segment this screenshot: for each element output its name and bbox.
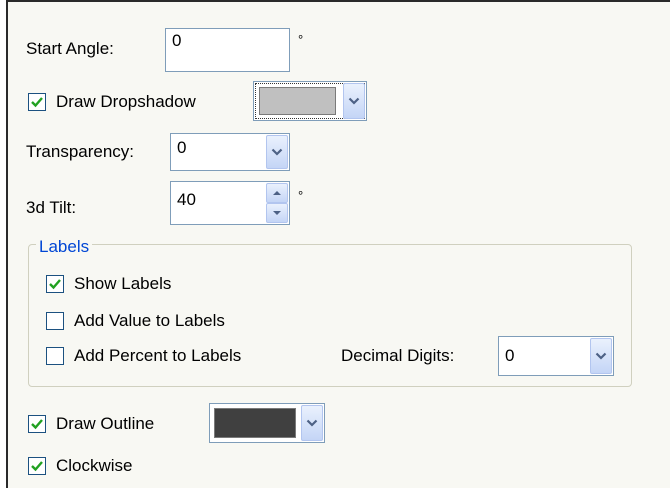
transparency-value: 0: [177, 138, 187, 157]
tilt-label: 3d Tilt:: [26, 198, 77, 217]
decimal-digits-label: Decimal Digits:: [341, 346, 455, 365]
chevron-down-icon[interactable]: [343, 83, 365, 119]
labels-group-title: Labels: [36, 237, 93, 257]
clockwise-checkbox[interactable]: [28, 457, 46, 475]
tilt-value: 40: [177, 190, 196, 209]
tilt-spinner[interactable]: 40: [170, 181, 290, 225]
draw-outline-label: Draw Outline: [56, 414, 155, 433]
tilt-spin-buttons[interactable]: [266, 183, 288, 223]
clockwise-label: Clockwise: [56, 456, 133, 475]
chevron-down-icon[interactable]: [590, 338, 612, 374]
transparency-label: Transparency:: [26, 142, 135, 161]
transparency-select[interactable]: 0: [170, 133, 290, 171]
chevron-down-icon[interactable]: [301, 405, 323, 441]
checkmark-icon: [31, 419, 43, 430]
start-angle-unit: °: [298, 32, 304, 47]
show-labels-label: Show Labels: [74, 274, 172, 293]
start-angle-input[interactable]: 0: [165, 28, 290, 72]
dropshadow-color-picker[interactable]: [253, 81, 367, 121]
show-labels-checkbox[interactable]: [46, 275, 64, 293]
decimal-digits-select[interactable]: 0: [498, 336, 614, 376]
spin-up-icon[interactable]: [266, 183, 288, 203]
add-value-checkbox[interactable]: [46, 312, 64, 330]
draw-outline-checkbox[interactable]: [28, 415, 46, 433]
start-angle-label: Start Angle:: [26, 39, 114, 58]
add-percent-label: Add Percent to Labels: [74, 346, 242, 365]
outline-color-swatch: [214, 408, 296, 438]
add-value-label: Add Value to Labels: [74, 311, 225, 330]
decimal-digits-value: 0: [505, 346, 515, 365]
outline-color-picker[interactable]: [209, 403, 325, 443]
dropshadow-checkbox[interactable]: [28, 93, 46, 111]
spin-down-icon[interactable]: [266, 203, 288, 223]
dropshadow-label: Draw Dropshadow: [56, 92, 196, 111]
checkmark-icon: [49, 279, 61, 290]
tilt-unit: °: [298, 188, 304, 203]
dropshadow-color-swatch: [259, 87, 336, 115]
checkmark-icon: [31, 97, 43, 108]
start-angle-value: 0: [172, 31, 182, 50]
chevron-down-icon[interactable]: [266, 135, 288, 169]
add-percent-checkbox[interactable]: [46, 347, 64, 365]
checkmark-icon: [31, 461, 43, 472]
